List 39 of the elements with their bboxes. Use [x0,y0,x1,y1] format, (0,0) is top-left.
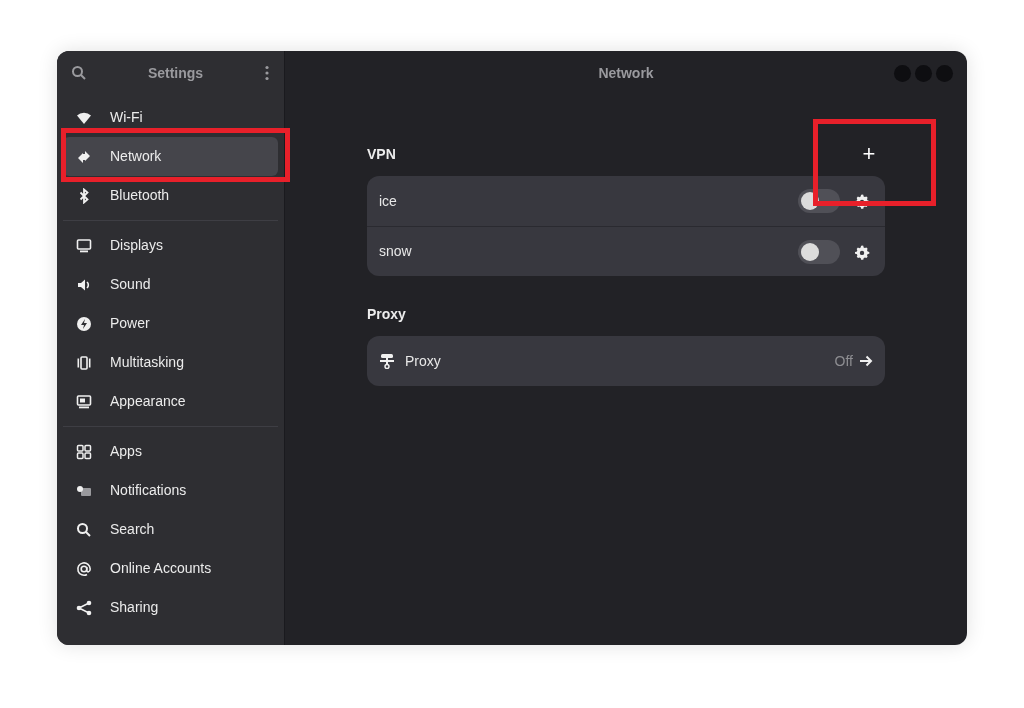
display-icon [76,237,92,254]
arrow-right-icon [859,354,873,368]
sidebar-item[interactable]: Multitasking [63,343,278,382]
sidebar-item[interactable]: Apps [63,432,278,471]
windows-icon [76,354,92,371]
toggle-switch[interactable] [798,239,840,264]
add-button[interactable]: + [852,139,886,169]
section-heading: Proxy [367,305,407,324]
sidebar-item[interactable]: Sharing [63,588,278,627]
share-icon [76,599,92,616]
grid-icon [76,443,92,460]
search-icon [76,521,92,538]
section-heading: VPN [367,144,396,164]
sidebar-item[interactable]: Appearance [63,382,278,421]
row-label: Proxy [405,351,442,371]
window-title: Network [598,63,654,83]
sidebar-item[interactable]: Wi-Fi [63,98,278,137]
settings-icon[interactable] [854,193,870,209]
search-icon[interactable] [71,65,87,81]
proxy-row[interactable]: Proxy Off [367,336,885,386]
network-proxy-icon [379,353,395,369]
status-value: Off [834,351,853,371]
sidebar-title: Settings [146,63,205,83]
sidebar-item[interactable]: Displays [63,226,278,265]
sidebar-item[interactable]: Power [63,304,278,343]
sidebar-item[interactable]: Network [63,137,278,176]
monitor-icon [76,393,92,410]
arrows-icon [76,148,92,165]
settings-icon[interactable] [854,243,870,260]
sidebar-item[interactable]: Sound [63,265,278,304]
sidebar-item[interactable]: Search [63,510,278,549]
sidebar-item[interactable]: Online Accounts [63,549,278,588]
sidebar-item[interactable]: Notifications [63,471,278,510]
at-sign-icon [76,560,92,577]
lightning-icon [76,315,92,332]
vpn-name: snow [379,242,413,261]
menu-icon[interactable] [264,65,270,81]
vpn-name: ice [379,191,398,211]
sidebar-item[interactable]: Bluetooth [63,176,278,215]
